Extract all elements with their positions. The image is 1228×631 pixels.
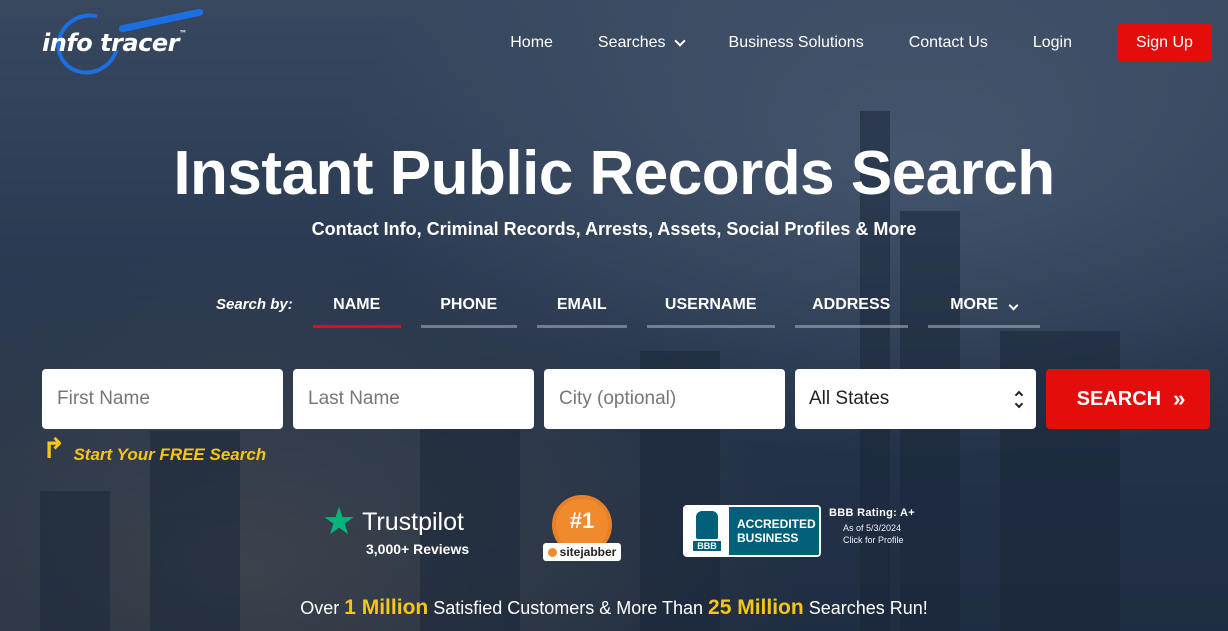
page-title: Instant Public Records Search [173,139,1055,208]
trustpilot-badge[interactable]: ★ Trustpilot 3,000+ Reviews [322,501,470,557]
main-nav: Home Searches Business Solutions Contact… [510,24,1212,61]
last-name-input[interactable] [293,369,534,429]
tab-address[interactable]: ADDRESS [794,285,908,328]
bbb-badge[interactable]: BBB ACCREDITED BUSINESS BBB Rating: A+ A… [683,505,915,557]
double-chevron-right-icon: » [1173,386,1186,411]
nav-searches[interactable]: Searches [598,34,686,52]
trustpilot-star-icon: ★ [322,501,357,543]
curved-arrow-icon: ↰ [42,433,66,464]
sitejabber-rank: #1 [569,508,595,533]
bbb-rating: BBB Rating: A+ [829,507,915,519]
free-search-callout: ↰ Start Your FREE Search [42,433,267,465]
select-updown-icon [1014,390,1024,408]
bbb-profile-link[interactable]: Click for Profile [843,535,915,545]
chevron-down-icon [673,34,686,47]
sitejabber-name: sitejabber [559,545,617,559]
stats-tagline: Over 1 Million Satisfied Customers & Mor… [300,596,928,619]
site-header: info tracer™ Home Searches Business Solu… [0,0,1228,86]
tab-username[interactable]: USERNAME [646,285,775,328]
searches-count: 25 Million [708,596,804,619]
bbb-accredited-line2: BUSINESS [737,531,799,545]
free-search-text: Start Your FREE Search [73,445,267,464]
first-name-input[interactable] [42,369,283,429]
nav-business-solutions[interactable]: Business Solutions [729,34,864,52]
search-form: All States SEARCH » [42,369,1210,429]
nav-login[interactable]: Login [1033,34,1072,52]
search-by-label: Search by: [216,296,293,313]
city-input[interactable] [544,369,785,429]
trustpilot-name: Trustpilot [362,507,464,536]
infotracer-logo[interactable]: info tracer™ [40,2,210,86]
search-button[interactable]: SEARCH » [1046,369,1210,429]
trustpilot-reviews: 3,000+ Reviews [366,541,470,557]
sitejabber-badge[interactable]: #1 sitejabber [541,495,623,567]
trust-badges: ★ Trustpilot 3,000+ Reviews #1 sitejabbe… [0,495,1228,575]
bbb-accredited-line1: ACCREDITED [737,517,816,531]
tab-email[interactable]: EMAIL [536,285,627,328]
search-type-tabs: Search by: NAME PHONE EMAIL USERNAME ADD… [216,285,1040,330]
state-select-value: All States [809,388,890,409]
tab-name[interactable]: NAME [312,285,401,328]
bbb-torch-icon [696,511,718,539]
sign-up-button[interactable]: Sign Up [1117,24,1212,61]
sitejabber-logo-icon [547,547,557,557]
tab-more[interactable]: MORE [927,285,1040,328]
bbb-letters: BBB [693,541,721,551]
logo-wordmark: info tracer [42,29,179,57]
bbb-rating-date: As of 5/3/2024 [843,523,902,533]
logo-trademark: ™ [178,29,187,38]
chevron-down-icon [1008,300,1019,311]
search-button-label: SEARCH [1076,387,1162,410]
tab-phone[interactable]: PHONE [420,285,517,328]
state-select[interactable]: All States [795,369,1036,429]
customers-count: 1 Million [344,596,429,619]
nav-home[interactable]: Home [510,34,553,52]
nav-contact-us[interactable]: Contact Us [909,34,988,52]
page-subtitle: Contact Info, Criminal Records, Arrests,… [311,219,917,239]
